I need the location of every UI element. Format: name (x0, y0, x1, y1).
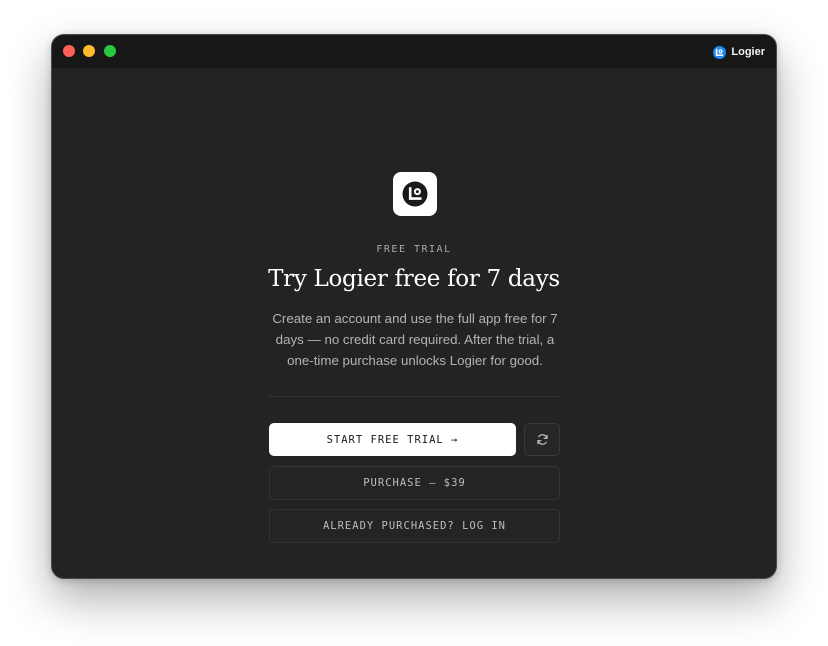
section-divider (269, 396, 559, 397)
trial-panel: FREE TRIAL Try Logier free for 7 days Cr… (52, 68, 776, 578)
titlebar-app-name: Logier (731, 46, 765, 58)
purchase-button[interactable]: PURCHASE — $39 (269, 466, 560, 500)
app-window: Logier FREE TRIAL Try Logier free for 7 … (51, 34, 777, 579)
free-trial-label: FREE TRIAL (376, 244, 452, 255)
maximize-window-button[interactable] (104, 45, 116, 57)
log-in-button[interactable]: ALREADY PURCHASED? LOG IN (269, 509, 560, 543)
start-free-trial-button[interactable]: START FREE TRIAL → (269, 423, 516, 456)
title-bar: Logier (52, 35, 776, 68)
refresh-button[interactable] (524, 423, 560, 456)
titlebar-brand: Logier (713, 44, 765, 60)
logier-logo-icon (393, 172, 437, 216)
close-window-button[interactable] (63, 45, 75, 57)
logier-logo-icon (713, 45, 727, 59)
page-title: Try Logier free for 7 days (268, 266, 560, 292)
refresh-icon (536, 433, 549, 446)
minimize-window-button[interactable] (83, 45, 95, 57)
trial-description: Create an account and use the full app f… (272, 311, 558, 368)
